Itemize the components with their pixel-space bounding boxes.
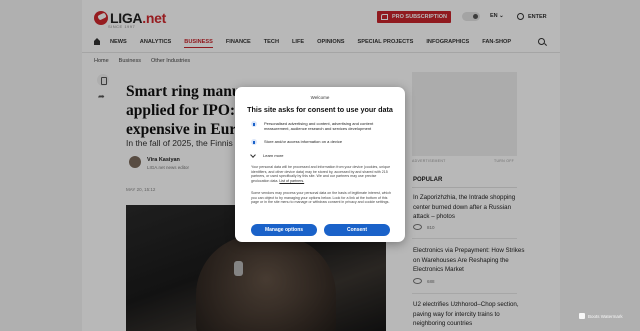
person-icon: [251, 121, 257, 127]
watermark-icon: [579, 313, 585, 319]
purpose-personalised-ads: Personalised advertising and content, ad…: [251, 121, 393, 131]
consent-button[interactable]: Consent: [324, 224, 390, 236]
consent-dialog: Welcome This site asks for consent to us…: [235, 87, 405, 242]
watermark: Boots Watermark: [579, 313, 623, 319]
device-icon: [251, 139, 257, 145]
manage-options-button[interactable]: Manage options: [251, 224, 317, 236]
dialog-welcome: Welcome: [310, 95, 330, 100]
list-of-partners-link[interactable]: List of partners.: [279, 179, 304, 183]
purpose-store-access: Store and/or access information on a dev…: [251, 139, 393, 145]
chevron-down-icon: [250, 151, 256, 158]
learn-more-toggle[interactable]: Learn more: [250, 151, 283, 158]
consent-paragraph-1: Your personal data will be processed and…: [251, 165, 391, 183]
dialog-title: This site asks for consent to use your d…: [247, 105, 393, 114]
consent-paragraph-2: Some vendors may process your personal d…: [251, 191, 392, 205]
